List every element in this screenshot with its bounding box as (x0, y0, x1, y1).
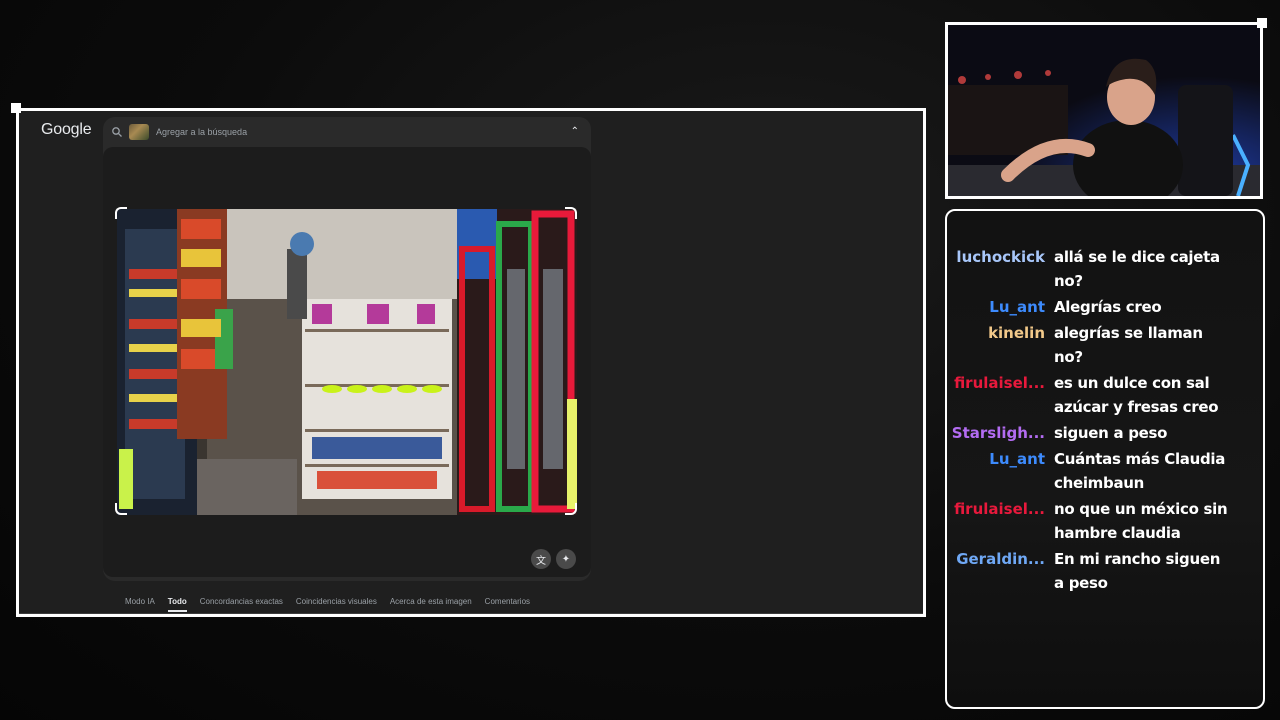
chat-message-text: Alegrías creo (1054, 298, 1162, 316)
chat-username[interactable]: Starsligh... (947, 421, 1054, 445)
chat-message-text: siguen a peso (1054, 424, 1168, 442)
chat-message: Lu_ant Cuántas más Claudia cheimbaun (947, 447, 1263, 495)
browser-window: Google Agregar a la búsqueda ⌃ 文 ✦ Modo … (16, 108, 926, 617)
chat-username[interactable]: luchockick (947, 245, 1054, 293)
select-text-button[interactable]: ✦ (556, 549, 576, 569)
chat-panel: luchockick allá se le dice cajeta no? Lu_a… (945, 209, 1265, 709)
chat-message-text: alegrías se llaman no? (1054, 324, 1203, 366)
chat-message: firulaisel... no que un méxico sin hambre… (947, 497, 1263, 545)
streamer-camera (948, 25, 1260, 196)
tab-concordancias-exactas[interactable]: Concordancias exactas (200, 597, 283, 612)
tab-coincidencias-visuales[interactable]: Coincidencias visuales (296, 597, 377, 612)
webcam-overlay (945, 22, 1263, 199)
crop-handle-bottom-left[interactable] (115, 503, 127, 515)
lens-panel: Agregar a la búsqueda ⌃ 文 ✦ (103, 117, 591, 581)
translate-icon: 文 (536, 555, 546, 567)
chat-message-text: es un dulce con sal azúcar y fresas creo (1054, 374, 1219, 416)
chat-message: Lu_ant Alegrías creo (947, 295, 1263, 319)
chat-message-list: luchockick allá se le dice cajeta no? Lu_a… (947, 245, 1263, 597)
tab-acerca-de-esta-imagen[interactable]: Acerca de esta imagen (390, 597, 472, 612)
image-preview-area: 文 ✦ (103, 147, 591, 577)
chat-username[interactable]: Lu_ant (947, 447, 1054, 495)
tabs-divider (19, 613, 923, 614)
crop-handle-top-right[interactable] (565, 207, 577, 219)
crop-handle-bottom-right[interactable] (565, 503, 577, 515)
chat-message-text: En mi rancho siguen a peso (1054, 550, 1221, 592)
chat-message: Starsligh... siguen a peso (947, 421, 1263, 445)
chat-message: kinelin alegrías se llaman no? (947, 321, 1263, 369)
store-photo (117, 209, 577, 515)
chat-username[interactable]: Geraldin... (947, 547, 1054, 595)
image-crop-region[interactable] (117, 209, 577, 515)
chevron-up-icon[interactable]: ⌃ (571, 126, 579, 137)
results-tabs: Modo IA Todo Concordancias exactas Coinc… (125, 597, 530, 612)
chat-message: firulaisel... es un dulce con sal azúcar … (947, 371, 1263, 419)
search-icon (112, 127, 122, 137)
chat-username[interactable]: kinelin (947, 321, 1054, 369)
chat-message-text: allá se le dice cajeta no? (1054, 248, 1220, 290)
chat-message: Geraldin... En mi rancho siguen a peso (947, 547, 1263, 595)
crop-handle-top-left[interactable] (115, 207, 127, 219)
search-input[interactable]: Agregar a la búsqueda (156, 127, 247, 137)
query-image-thumbnail[interactable] (129, 124, 149, 140)
chat-username[interactable]: firulaisel... (947, 497, 1054, 545)
chat-message: luchockick allá se le dice cajeta no? (947, 245, 1263, 293)
tab-comentarios[interactable]: Comentarios (485, 597, 530, 612)
chat-username[interactable]: firulaisel... (947, 371, 1054, 419)
webcam-corner-handle[interactable] (1257, 18, 1267, 28)
chat-message-text: Cuántas más Claudia cheimbaun (1054, 450, 1226, 492)
search-bar[interactable]: Agregar a la búsqueda ⌃ (103, 117, 591, 147)
frame-corner-handle[interactable] (11, 103, 21, 113)
google-logo[interactable]: Google (41, 121, 92, 139)
sparkle-icon: ✦ (561, 553, 571, 565)
chat-username[interactable]: Lu_ant (947, 295, 1054, 319)
tab-modo-ia[interactable]: Modo IA (125, 597, 155, 612)
chat-message-text: no que un méxico sin hambre claudia (1054, 500, 1228, 542)
translate-button[interactable]: 文 (531, 549, 551, 569)
tab-todo[interactable]: Todo (167, 597, 187, 612)
